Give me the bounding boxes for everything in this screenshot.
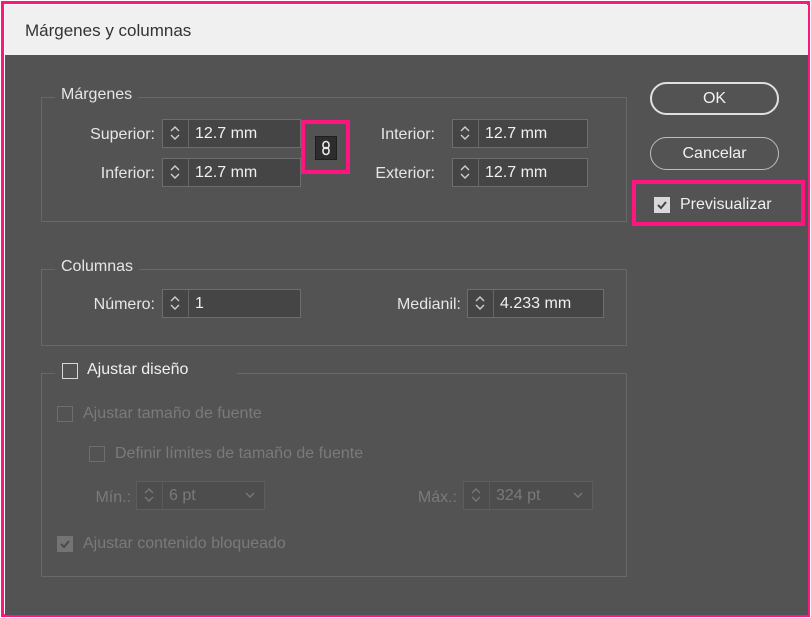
chain-link-button[interactable]	[315, 136, 337, 160]
chain-link-highlight	[301, 120, 350, 174]
superior-stepper[interactable]	[163, 120, 189, 147]
stepper-arrows-icon	[170, 165, 180, 179]
checkmark-icon	[60, 540, 70, 549]
inferior-value: 12.7 mm	[195, 164, 258, 181]
chevron-down-icon	[573, 492, 583, 498]
numero-field[interactable]: 1	[162, 289, 301, 318]
interior-stepper[interactable]	[453, 120, 479, 147]
min-select[interactable]: 6 pt	[136, 481, 265, 510]
exterior-label: Exterior:	[375, 165, 435, 182]
medianil-value: 4.233 mm	[500, 295, 572, 312]
inferior-field[interactable]: 12.7 mm	[162, 158, 301, 187]
stepper-arrows-icon	[475, 296, 485, 310]
margins-columns-dialog: Márgenes y columnas Márgenes Superior: 1…	[5, 5, 808, 615]
numero-value: 1	[195, 295, 204, 312]
exterior-field[interactable]: 12.7 mm	[452, 158, 588, 187]
medianil-label: Medianil:	[396, 296, 461, 313]
adjust-layout-checkbox[interactable]	[62, 363, 78, 379]
max-label: Máx.:	[417, 489, 457, 506]
preview-highlight: Previsualizar	[632, 180, 805, 226]
font-limits-checkbox[interactable]	[89, 446, 105, 462]
interior-label: Interior:	[380, 126, 435, 143]
min-value: 6 pt	[169, 487, 196, 504]
stepper-arrows-icon	[170, 126, 180, 140]
preview-label: Previsualizar	[680, 196, 772, 213]
margins-legend: Márgenes	[55, 86, 139, 104]
stepper-arrows-icon	[144, 488, 154, 502]
inferior-label: Inferior:	[100, 165, 155, 182]
ok-button[interactable]: OK	[650, 82, 779, 115]
font-limits-label: Definir límites de tamaño de fuente	[115, 445, 364, 462]
max-select[interactable]: 324 pt	[463, 481, 593, 510]
locked-content-checkbox[interactable]	[57, 536, 73, 552]
superior-field[interactable]: 12.7 mm	[162, 119, 301, 148]
medianil-field[interactable]: 4.233 mm	[467, 289, 604, 318]
checkmark-icon	[657, 201, 667, 210]
max-value: 324 pt	[496, 487, 541, 504]
min-stepper[interactable]	[137, 482, 163, 509]
chain-link-icon	[322, 140, 330, 156]
chevron-down-icon	[245, 492, 255, 498]
dialog-title: Márgenes y columnas	[25, 21, 192, 40]
interior-field[interactable]: 12.7 mm	[452, 119, 588, 148]
stepper-arrows-icon	[471, 488, 481, 502]
superior-value: 12.7 mm	[195, 125, 258, 142]
stepper-arrows-icon	[170, 296, 180, 310]
locked-content-label: Ajustar contenido bloqueado	[83, 535, 286, 552]
font-size-label: Ajustar tamaño de fuente	[83, 405, 262, 422]
font-size-checkbox[interactable]	[57, 406, 73, 422]
stepper-arrows-icon	[460, 165, 470, 179]
exterior-value: 12.7 mm	[485, 164, 548, 181]
numero-label: Número:	[93, 296, 155, 313]
stepper-arrows-icon	[460, 126, 470, 140]
cancel-button[interactable]: Cancelar	[650, 137, 779, 170]
preview-checkbox[interactable]	[654, 197, 670, 213]
interior-value: 12.7 mm	[485, 125, 548, 142]
inferior-stepper[interactable]	[163, 159, 189, 186]
exterior-stepper[interactable]	[453, 159, 479, 186]
max-stepper[interactable]	[464, 482, 490, 509]
adjust-layout-label: Ajustar diseño	[87, 361, 189, 378]
numero-stepper[interactable]	[163, 290, 189, 317]
adjust-layout-legend: Ajustar diseño	[55, 360, 237, 384]
superior-label: Superior:	[90, 126, 155, 143]
title-bar: Márgenes y columnas	[5, 5, 808, 55]
min-label: Mín.:	[95, 489, 131, 506]
columns-legend: Columnas	[55, 258, 140, 276]
medianil-stepper[interactable]	[468, 290, 494, 317]
